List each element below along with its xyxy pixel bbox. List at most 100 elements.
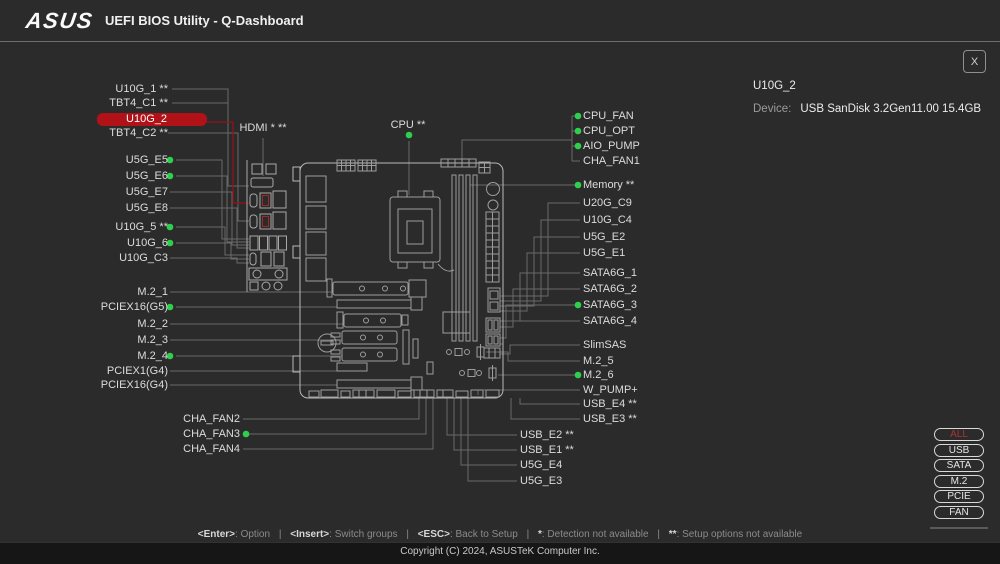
port-label-slimsas[interactable]: SlimSAS [583,339,626,352]
port-label-m2-2[interactable]: M.2_2 [40,318,168,331]
pciex16-g5-slot [337,297,422,310]
filter-button-sata[interactable]: SATA [934,459,984,472]
hint-enter: <Enter>: Option [198,529,270,540]
bottom-edge-headers [309,390,499,397]
filter-button-all[interactable]: ALL [934,428,984,441]
port-label-cpu-fan[interactable]: CPU_FAN [583,110,634,123]
slimsas-connector [484,348,500,358]
port-label-u10g-c3[interactable]: U10G_C3 [40,252,168,265]
m2-slot-4 [331,348,397,361]
m2-slot-1 [327,279,426,297]
filter-button-m2[interactable]: M.2 [934,475,984,488]
status-dot [406,132,413,139]
status-dot [575,372,582,379]
filter-button-group: ALL USB SATA M.2 PCIE FAN [934,428,986,521]
m2-5-standoffs [447,344,485,360]
port-label-cpu[interactable]: CPU ** [368,119,448,132]
port-label-u5g-e1[interactable]: U5G_E1 [583,247,625,260]
port-label-u10g-c4[interactable]: U10G_C4 [583,214,632,227]
port-label-sata6g-4[interactable]: SATA6G_4 [583,315,637,328]
rear-io-panel [247,160,287,292]
port-label-cpu-opt[interactable]: CPU_OPT [583,125,635,138]
port-label-memory[interactable]: Memory ** [583,179,634,192]
port-label-hdmi[interactable]: HDMI * ** [223,122,303,135]
bios-button-2 [488,200,498,210]
m2-slot-2 [337,312,408,328]
pciex16-g4-slot [337,377,422,390]
port-label-u5g-e7[interactable]: U5G_E7 [40,186,168,199]
hint-separator: | [406,529,409,540]
port-label-u10g-5[interactable]: U10G_5 ** [40,221,168,234]
sata-connectors [486,318,500,346]
status-dot [575,113,582,120]
port-label-aio-pump[interactable]: AIO_PUMP [583,140,640,153]
port-label-sata6g-3[interactable]: SATA6G_3 [583,299,637,312]
memory-slots [452,175,477,341]
port-label-w-pump[interactable]: W_PUMP+ [583,384,638,397]
fan-header-strip [441,159,490,173]
port-label-sata6g-1[interactable]: SATA6G_1 [583,267,637,280]
port-label-m2-5[interactable]: M.2_5 [583,355,614,368]
port-label-cha-fan1[interactable]: CHA_FAN1 [583,155,640,168]
port-label-usb-e1[interactable]: USB_E1 ** [520,444,574,457]
port-label-cha-fan2[interactable]: CHA_FAN2 [120,413,240,426]
port-label-pciex1-g4[interactable]: PCIEX1(G4) [40,365,168,378]
hint-separator: | [527,529,530,540]
port-label-cha-fan3[interactable]: CHA_FAN3 [120,428,240,441]
port-label-m2-1[interactable]: M.2_1 [40,286,168,299]
status-dot [575,182,582,189]
filter-button-pcie[interactable]: PCIE [934,490,984,503]
hint-separator: | [279,529,282,540]
connection-lines [168,89,988,528]
hdmi-port [251,178,273,187]
hint-double-asterisk: **: Setup options not available [669,529,802,540]
port-label-u5g-e5[interactable]: U5G_E5 [40,154,168,167]
copyright-bar: Copyright (C) 2024, ASUSTeK Computer Inc… [0,542,1000,564]
bios-button [487,183,500,196]
hint-separator: | [657,529,660,540]
port-label-m2-6[interactable]: M.2_6 [583,369,614,382]
port-label-u5g-e8[interactable]: U5G_E8 [40,202,168,215]
pciex1-g4-slot [337,363,367,371]
port-label-usb-e4[interactable]: USB_E4 ** [583,398,637,411]
port-label-sata6g-2[interactable]: SATA6G_2 [583,283,637,296]
port-label-u10g-6[interactable]: U10G_6 [40,237,168,250]
eps-power-connectors [337,160,376,171]
port-label-u20g-c9[interactable]: U20G_C9 [583,197,632,210]
port-label-m2-4[interactable]: M.2_4 [40,350,168,363]
port-label-u5g-e2[interactable]: U5G_E2 [583,231,625,244]
port-label-u10g-1[interactable]: U10G_1 ** [40,83,168,96]
cpu-socket [390,191,454,271]
status-dot [575,143,582,150]
front-panel-usb-header [488,288,500,312]
port-label-tbt4-c2[interactable]: TBT4_C2 ** [40,127,168,140]
port-label-usb-e2[interactable]: USB_E2 ** [520,429,574,442]
m2-6-standoffs [460,365,497,381]
status-dot [575,128,582,135]
status-dots [167,113,582,438]
vrm-heatsinks [306,176,326,281]
usb-port-highlight [263,196,269,206]
m2-slot-3 [331,331,397,344]
hint-esc: <ESC>: Back to Setup [418,529,518,540]
hint-insert: <Insert>: Switch groups [290,529,397,540]
port-label-pciex16-g4[interactable]: PCIEX16(G4) [40,379,168,392]
port-label-u5g-e3[interactable]: U5G_E3 [520,475,562,488]
port-label-pciex16-g5[interactable]: PCIEX16(G5) [40,301,168,314]
usb-port-highlight [263,217,269,227]
port-label-u5g-e6[interactable]: U5G_E6 [40,170,168,183]
filter-button-usb[interactable]: USB [934,444,984,457]
hint-asterisk: *: Detection not available [538,529,649,540]
cmos-battery [318,334,336,352]
port-label-m2-3[interactable]: M.2_3 [40,334,168,347]
key-hints-bar: <Enter>: Option | <Insert>: Switch group… [0,529,1000,540]
port-label-tbt4-c1[interactable]: TBT4_C1 ** [40,97,168,110]
atx-power-connector [486,212,499,282]
filter-button-fan[interactable]: FAN [934,506,984,519]
port-label-u10g-2-selected[interactable]: U10G_2 [97,113,207,126]
port-label-cha-fan4[interactable]: CHA_FAN4 [120,443,240,456]
status-dot [575,302,582,309]
status-dot [243,431,250,438]
port-label-usb-e3[interactable]: USB_E3 ** [583,413,637,426]
port-label-u5g-e4[interactable]: U5G_E4 [520,459,562,472]
